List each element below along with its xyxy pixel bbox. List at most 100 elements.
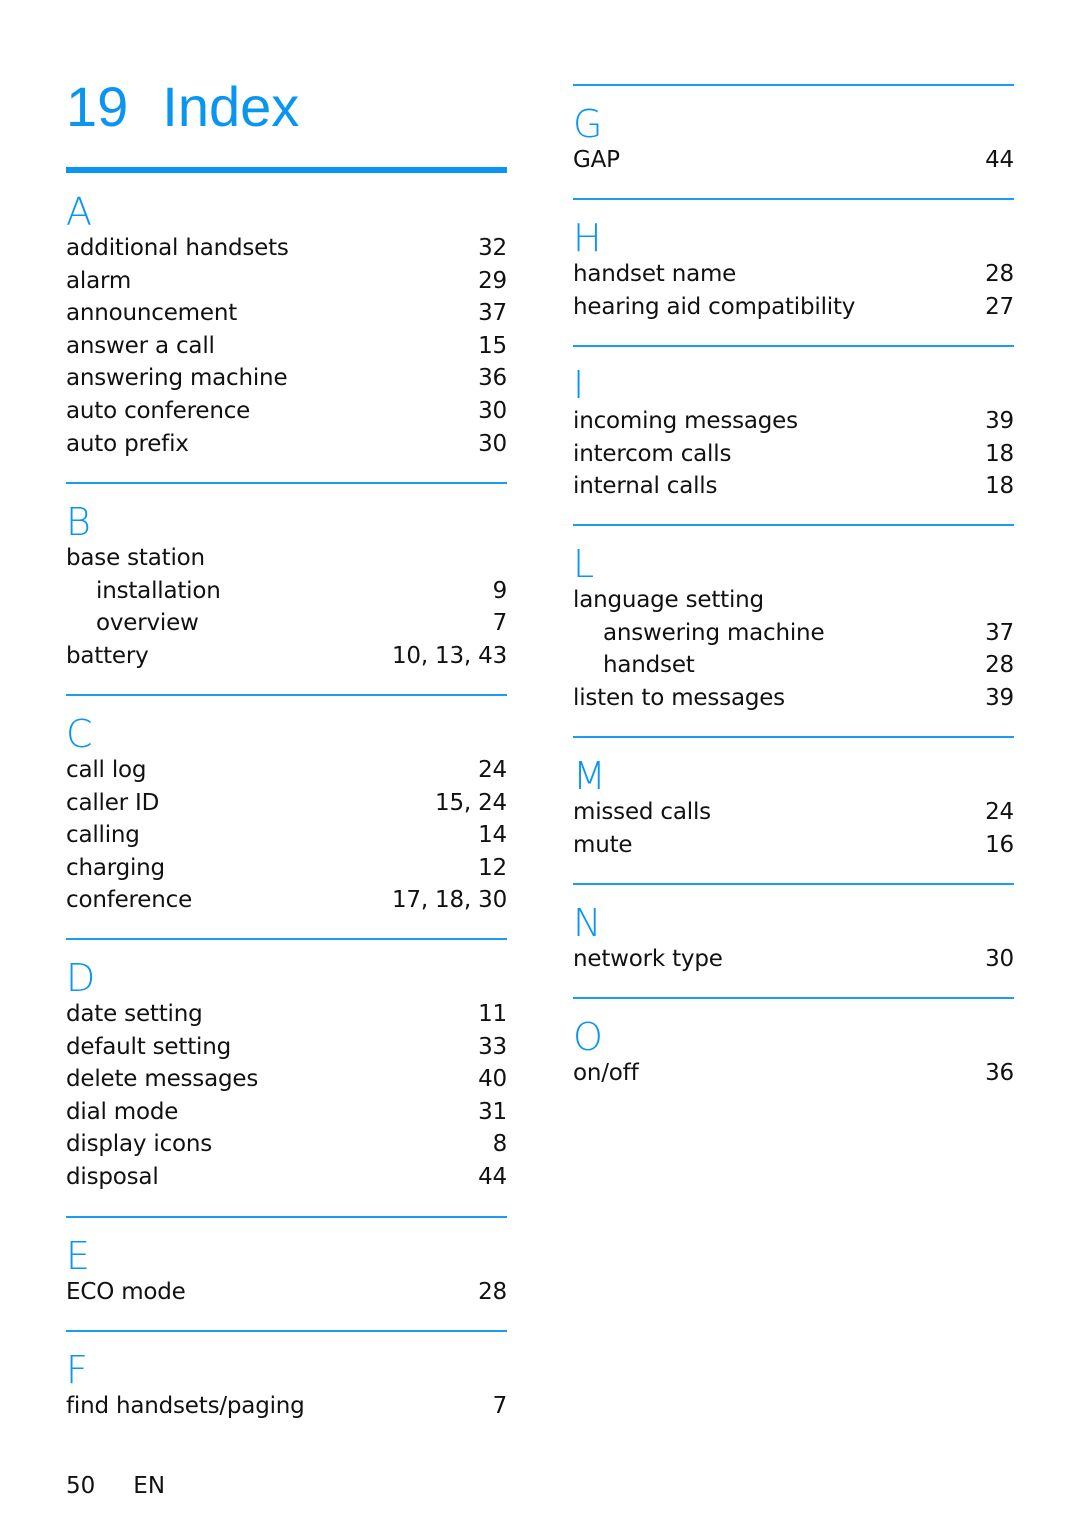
entry-page-numbers[interactable]: 37 bbox=[985, 617, 1014, 649]
entry-page-numbers[interactable]: 44 bbox=[478, 1161, 507, 1193]
entry-term: call log bbox=[66, 757, 147, 783]
section-divider bbox=[573, 736, 1014, 738]
entry-term: ECO mode bbox=[66, 1279, 186, 1305]
entry-term: dial mode bbox=[66, 1098, 179, 1125]
index-entry[interactable]: incoming messages 39 bbox=[573, 405, 1014, 437]
entry-term: find handsets/paging bbox=[66, 1393, 305, 1419]
entry-page-numbers[interactable]: 14 bbox=[478, 819, 507, 851]
index-entry[interactable]: auto prefix 30 bbox=[66, 428, 507, 460]
entry-page-numbers[interactable]: 28 bbox=[985, 649, 1014, 681]
index-entry[interactable]: answer a call 15 bbox=[66, 330, 507, 362]
entry-term: answer a call bbox=[66, 332, 215, 359]
entry-term: announcement bbox=[66, 300, 238, 327]
section-letter: H bbox=[573, 216, 602, 260]
index-entry[interactable]: date setting 11 bbox=[66, 998, 507, 1030]
index-entry[interactable]: delete messages 40 bbox=[66, 1063, 507, 1095]
index-entry[interactable]: on/off 36 bbox=[573, 1057, 1014, 1089]
index-entry[interactable]: internal calls 18 bbox=[573, 470, 1014, 502]
index-entry[interactable]: hearing aid compatibility 27 bbox=[573, 291, 1014, 323]
page-number: 50 bbox=[66, 1473, 96, 1499]
entry-page-numbers[interactable]: 33 bbox=[478, 1031, 507, 1063]
entry-page-numbers[interactable]: 15, 24 bbox=[435, 787, 507, 819]
entry-page-numbers[interactable]: 24 bbox=[478, 754, 507, 786]
entry-page-numbers[interactable]: 15 bbox=[478, 330, 507, 362]
entry-page-numbers[interactable]: 28 bbox=[985, 258, 1014, 290]
index-entry[interactable]: answering machine 36 bbox=[66, 362, 507, 394]
index-entry[interactable]: alarm 29 bbox=[66, 265, 507, 297]
index-entry[interactable]: handset name 28 bbox=[573, 258, 1014, 290]
index-subentry[interactable]: handset 28 bbox=[573, 649, 1014, 681]
index-entry[interactable]: language setting bbox=[573, 584, 1014, 616]
index-entry[interactable]: mute 16 bbox=[573, 829, 1014, 861]
entry-page-numbers[interactable]: 37 bbox=[478, 297, 507, 329]
entry-page-numbers[interactable]: 32 bbox=[478, 232, 507, 264]
entry-term: handset bbox=[603, 652, 695, 679]
entry-page-numbers[interactable]: 16 bbox=[985, 829, 1014, 861]
entry-term: charging bbox=[66, 854, 165, 881]
index-entry[interactable]: calling 14 bbox=[66, 819, 507, 851]
index-entry[interactable]: find handsets/paging 7 bbox=[66, 1390, 507, 1422]
entry-term: network type bbox=[573, 946, 723, 972]
entry-term: mute bbox=[573, 831, 633, 858]
entry-term: default setting bbox=[66, 1033, 231, 1060]
entry-page-numbers[interactable]: 9 bbox=[493, 575, 508, 607]
index-entry[interactable]: network type 30 bbox=[573, 943, 1014, 975]
entry-page-numbers[interactable]: 12 bbox=[478, 852, 507, 884]
entry-page-numbers[interactable]: 18 bbox=[985, 438, 1014, 470]
index-entry[interactable]: conference 17, 18, 30 bbox=[66, 884, 507, 916]
entry-page-numbers[interactable]: 39 bbox=[985, 682, 1014, 714]
entry-page-numbers[interactable]: 10, 13, 43 bbox=[392, 640, 507, 672]
entry-term: handset name bbox=[573, 261, 737, 287]
section-letter: N bbox=[573, 901, 602, 945]
entry-page-numbers[interactable]: 36 bbox=[478, 362, 507, 394]
index-entry[interactable]: auto conference 30 bbox=[66, 395, 507, 427]
index-entry[interactable]: base station bbox=[66, 542, 507, 574]
entry-page-numbers[interactable]: 44 bbox=[985, 144, 1014, 176]
index-entry[interactable]: battery 10, 13, 43 bbox=[66, 640, 507, 672]
index-entry[interactable]: default setting 33 bbox=[66, 1031, 507, 1063]
index-subentry[interactable]: overview 7 bbox=[66, 607, 507, 639]
chapter-title: Index bbox=[162, 75, 300, 138]
entry-page-numbers[interactable]: 30 bbox=[985, 943, 1014, 975]
entry-page-numbers[interactable]: 40 bbox=[478, 1063, 507, 1095]
entry-page-numbers[interactable]: 39 bbox=[985, 405, 1014, 437]
index-entry[interactable]: display icons 8 bbox=[66, 1128, 507, 1160]
index-entry[interactable]: additional handsets 32 bbox=[66, 232, 507, 264]
entry-term: conference bbox=[66, 887, 193, 914]
entry-page-numbers[interactable]: 30 bbox=[478, 395, 507, 427]
entry-term: disposal bbox=[66, 1164, 159, 1190]
index-subentry[interactable]: answering machine 37 bbox=[573, 617, 1014, 649]
entry-page-numbers[interactable]: 7 bbox=[493, 607, 508, 639]
entry-page-numbers[interactable]: 30 bbox=[478, 428, 507, 460]
index-entry[interactable]: disposal 44 bbox=[66, 1161, 507, 1193]
index-subentry[interactable]: installation 9 bbox=[66, 575, 507, 607]
index-entry[interactable]: intercom calls 18 bbox=[573, 438, 1014, 470]
index-entry[interactable]: call log 24 bbox=[66, 754, 507, 786]
entry-page-numbers[interactable]: 36 bbox=[985, 1057, 1014, 1089]
entry-page-numbers[interactable]: 7 bbox=[493, 1390, 508, 1422]
entry-page-numbers[interactable]: 18 bbox=[985, 470, 1014, 502]
index-entry[interactable]: GAP 44 bbox=[573, 144, 1014, 176]
section-letter: G bbox=[573, 102, 603, 146]
entry-page-numbers[interactable]: 17, 18, 30 bbox=[392, 884, 507, 916]
index-entry[interactable]: charging 12 bbox=[66, 852, 507, 884]
entry-term: auto conference bbox=[66, 398, 251, 424]
entry-page-numbers[interactable]: 29 bbox=[478, 265, 507, 297]
entry-page-numbers[interactable]: 11 bbox=[478, 998, 507, 1030]
index-entry[interactable]: announcement 37 bbox=[66, 297, 507, 329]
entry-term: additional handsets bbox=[66, 235, 289, 261]
entry-page-numbers[interactable]: 24 bbox=[985, 796, 1014, 828]
index-entry[interactable]: ECO mode 28 bbox=[66, 1276, 507, 1308]
index-entry[interactable]: listen to messages 39 bbox=[573, 682, 1014, 714]
entry-term: listen to messages bbox=[573, 684, 785, 711]
index-entry[interactable]: caller ID 15, 24 bbox=[66, 787, 507, 819]
entry-page-numbers[interactable]: 31 bbox=[478, 1096, 507, 1128]
section-divider bbox=[66, 1330, 507, 1332]
entry-page-numbers[interactable]: 27 bbox=[985, 291, 1014, 323]
section-letter: M bbox=[573, 754, 606, 798]
entry-term: date setting bbox=[66, 1001, 203, 1027]
entry-page-numbers[interactable]: 28 bbox=[478, 1276, 507, 1308]
index-entry[interactable]: dial mode 31 bbox=[66, 1096, 507, 1128]
index-entry[interactable]: missed calls 24 bbox=[573, 796, 1014, 828]
entry-page-numbers[interactable]: 8 bbox=[493, 1128, 508, 1160]
